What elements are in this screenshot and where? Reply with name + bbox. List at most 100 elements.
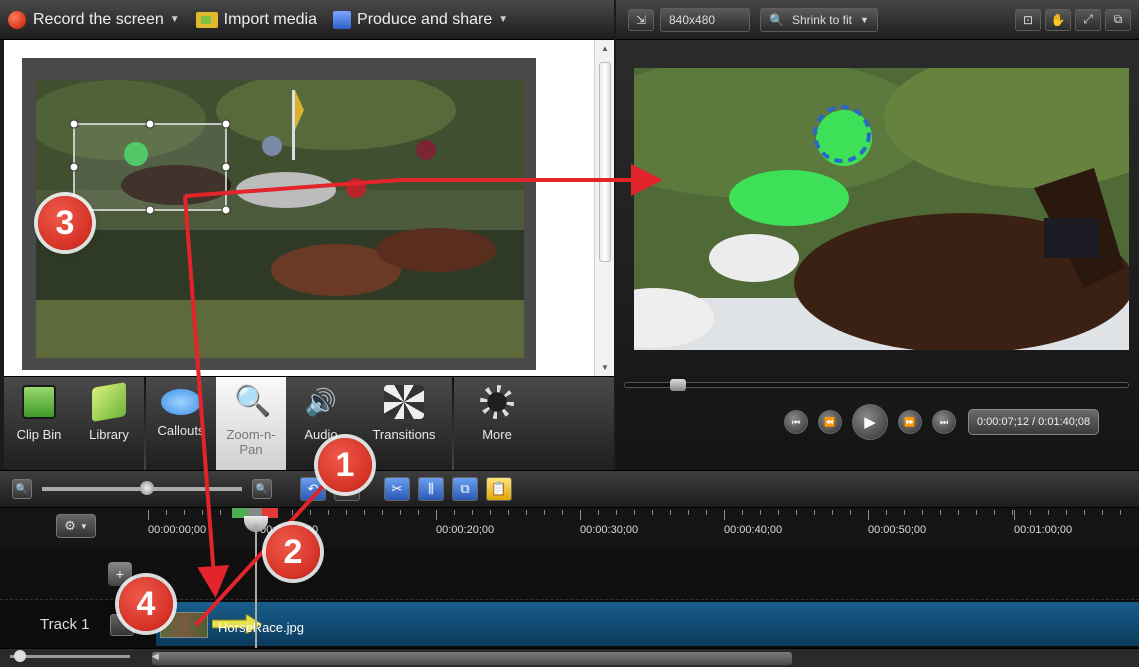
timeline-zoom-slider[interactable] <box>42 481 242 495</box>
tab-clip-bin[interactable]: Clip Bin <box>4 377 74 471</box>
preview-video-frame <box>634 68 1129 350</box>
ruler-minor-tick <box>688 510 689 515</box>
canvas-size-button[interactable]: 840x480 <box>660 7 750 32</box>
ruler-minor-tick <box>364 510 365 515</box>
camtasia-window: Record the screen ▼ Import media Produce… <box>0 0 1139 667</box>
ruler-minor-tick <box>472 510 473 515</box>
tab-callouts[interactable]: Callouts <box>146 377 216 471</box>
split-icon[interactable]: ⫼ <box>418 477 444 501</box>
ruler-minor-tick <box>922 510 923 515</box>
ruler-minor-tick <box>1084 510 1085 515</box>
ruler-minor-tick <box>814 510 815 515</box>
chevron-down-icon: ▼ <box>169 14 180 25</box>
tab-zoom-n-pan[interactable]: 🔍 Zoom-n-Pan <box>216 377 286 471</box>
resize-canvas-icon[interactable]: ⇲ <box>628 8 654 31</box>
fullscreen-icon[interactable]: ⤢ <box>1075 8 1101 31</box>
produce-share-button[interactable]: Produce and share ▼ <box>325 0 516 40</box>
record-icon <box>8 10 26 29</box>
ruler-minor-tick <box>724 510 725 515</box>
timecode-display: 0:00:07;12 / 0:01:40;08 <box>968 409 1100 435</box>
scroll-thumb[interactable] <box>599 62 611 262</box>
track-height-slider[interactable] <box>10 650 130 662</box>
skip-to-start-icon[interactable]: ⏮ <box>784 410 808 434</box>
paste-icon[interactable]: 📋 <box>486 477 512 501</box>
callout-4: 4 <box>119 577 173 631</box>
ruler-minor-tick <box>994 510 995 515</box>
timeline-clip[interactable]: HorseRace.jpg <box>156 602 1139 646</box>
import-media-button[interactable]: Import media <box>188 0 325 40</box>
copy-icon[interactable]: ⧉ <box>452 477 478 501</box>
ruler-minor-tick <box>382 510 383 515</box>
pan-hand-icon[interactable]: ✋ <box>1045 8 1071 31</box>
ruler-minor-tick <box>616 510 617 515</box>
fast-forward-icon[interactable]: ⏩ <box>898 410 922 434</box>
canvas-vertical-scrollbar[interactable]: ▲ ▼ <box>594 40 614 376</box>
ruler-minor-tick <box>886 510 887 515</box>
ruler-minor-tick <box>778 510 779 515</box>
playback-controls: ⏮ ⏪ ▶ ⏩ ⏭ 0:00:07;12 / 0:01:40;08 <box>784 402 1100 442</box>
ruler-tick-label: 00:00:30;00 <box>580 524 639 536</box>
ruler-minor-tick <box>526 510 527 515</box>
more-icon <box>480 385 514 419</box>
ruler-minor-tick <box>454 510 455 515</box>
ruler-tick-label: 00:00:50;00 <box>868 524 927 536</box>
callout-2: 2 <box>266 525 320 579</box>
scroll-left-icon[interactable]: ◀ <box>152 651 166 665</box>
zoom-slider-knob[interactable] <box>140 481 154 495</box>
cut-icon[interactable]: ✂ <box>384 477 410 501</box>
ruler-minor-tick <box>958 510 959 515</box>
canvas-image-horse-race[interactable] <box>36 80 524 358</box>
crop-icon[interactable]: ⊡ <box>1015 8 1041 31</box>
detach-preview-icon[interactable]: ⧉ <box>1105 8 1131 31</box>
tab-library[interactable]: Library <box>74 377 144 471</box>
record-screen-button[interactable]: Record the screen ▼ <box>0 0 188 40</box>
track-label: Track 1 <box>40 616 90 633</box>
rewind-icon[interactable]: ⏪ <box>818 410 842 434</box>
ruler-tick-label: 00:01:00;00 <box>1014 524 1073 536</box>
tab-label: Zoom-n-Pan <box>226 427 276 457</box>
library-icon <box>92 382 126 422</box>
timeline-horizontal-scrollbar[interactable] <box>152 652 792 665</box>
import-media-label: Import media <box>223 10 318 28</box>
preview-toolbar: ⇲ 840x480 🔍 Shrink to fit ▼ ⊡ ✋ ⤢ ⧉ <box>616 0 1139 40</box>
ruler-minor-tick <box>346 510 347 515</box>
chevron-down-icon: ▼ <box>79 521 88 531</box>
ruler-minor-tick <box>220 510 221 515</box>
timeline-ruler-row: ⚙▼ 00:00:00;0000:00:12;0000:00:20;0000:0… <box>0 508 1139 548</box>
preview-panel: ⇲ 840x480 🔍 Shrink to fit ▼ ⊡ ✋ ⤢ ⧉ ⏮ ⏪ … <box>616 0 1139 470</box>
ruler-minor-tick <box>292 510 293 515</box>
ruler-minor-tick <box>976 510 977 515</box>
tab-more[interactable]: More <box>454 377 540 471</box>
ruler-minor-tick <box>1048 510 1049 515</box>
callout-3: 3 <box>38 196 92 250</box>
ruler-tick-label: 00:00:20;00 <box>436 524 495 536</box>
track-height-knob[interactable] <box>14 650 26 662</box>
scroll-up-icon[interactable]: ▲ <box>601 44 609 53</box>
empty-track-area: + <box>0 548 1139 600</box>
ruler-minor-tick <box>904 510 905 515</box>
scroll-down-icon[interactable]: ▼ <box>601 363 609 372</box>
canvas-frame <box>22 58 536 370</box>
timeline-settings-button[interactable]: ⚙ ▼ <box>56 514 96 538</box>
preview-scrubber[interactable] <box>624 379 1129 391</box>
scrubber-knob[interactable] <box>670 379 687 391</box>
ruler-minor-tick <box>1030 510 1031 515</box>
produce-icon <box>333 10 352 29</box>
produce-share-label: Produce and share <box>357 10 493 28</box>
ruler-minor-tick <box>148 510 149 515</box>
skip-to-end-icon[interactable]: ⏭ <box>932 410 956 434</box>
timeline-toolbar: 🔍 🔍 ↶ ↷ ✂ ⫼ ⧉ 📋 <box>0 470 1139 508</box>
ruler-minor-tick <box>400 510 401 515</box>
chevron-down-icon: ▼ <box>498 14 509 25</box>
ruler-minor-tick <box>184 510 185 515</box>
ruler-minor-tick <box>490 510 491 515</box>
zoom-out-icon[interactable]: 🔍 <box>12 479 32 499</box>
ruler-minor-tick <box>1120 510 1121 515</box>
ruler-minor-tick <box>544 510 545 515</box>
play-icon[interactable]: ▶ <box>852 404 888 440</box>
zoom-in-icon[interactable]: 🔍 <box>252 479 272 499</box>
clip-name: HorseRace.jpg <box>218 620 304 635</box>
ruler-minor-tick <box>652 510 653 515</box>
zoom-dropdown[interactable]: 🔍 Shrink to fit ▼ <box>760 7 878 32</box>
callouts-icon <box>161 389 201 415</box>
